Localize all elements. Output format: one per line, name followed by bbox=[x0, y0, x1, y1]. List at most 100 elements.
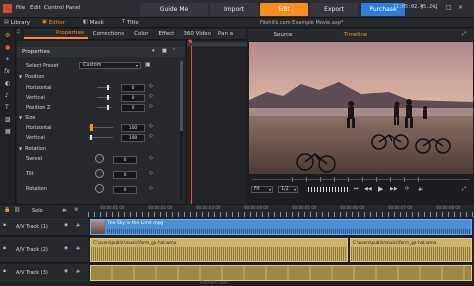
import-button[interactable]: Import bbox=[210, 3, 258, 16]
size-section[interactable]: ▼ Size bbox=[17, 113, 35, 122]
film-tool-icon[interactable]: ▦ bbox=[5, 129, 11, 135]
slider-handle[interactable] bbox=[107, 95, 109, 100]
panel-collapse-icon[interactable]: ⌃ bbox=[172, 49, 176, 54]
panel-bookmark-icon[interactable]: ■ bbox=[162, 49, 167, 54]
keyframe-icon[interactable]: ◇ bbox=[149, 186, 153, 191]
jog-wheel[interactable] bbox=[308, 187, 348, 192]
size-horizontal-input[interactable]: 100 bbox=[121, 124, 145, 132]
save-preset-icon[interactable]: ▣ bbox=[145, 62, 151, 68]
size-vertical-slider[interactable] bbox=[89, 137, 113, 138]
menu-file[interactable]: File bbox=[16, 5, 25, 11]
tilt-knob[interactable] bbox=[95, 169, 104, 178]
track-audio-icon[interactable]: 🔈 bbox=[76, 246, 82, 252]
track-audio-icon[interactable]: 🔈 bbox=[76, 269, 82, 275]
panel-chevron-icon[interactable]: ▾ bbox=[152, 49, 155, 54]
ratio-dropdown[interactable]: 1/2 ▾ bbox=[278, 186, 298, 193]
size-vertical-input[interactable]: 100 bbox=[121, 134, 145, 142]
audio-tool-icon[interactable]: ♪ bbox=[5, 93, 9, 99]
swivel-input[interactable]: 0 bbox=[113, 156, 137, 164]
loop-icon[interactable]: ⟳ bbox=[405, 187, 409, 192]
position-horizontal-input[interactable]: 0 bbox=[121, 84, 145, 92]
menu-control-panel[interactable]: Control Panel bbox=[44, 5, 80, 11]
color-tool-icon[interactable]: ● bbox=[5, 45, 10, 51]
track-lock-icon[interactable]: ▪ bbox=[3, 223, 6, 229]
track-audio-icon[interactable]: 🔈 bbox=[76, 223, 82, 229]
track-header-3[interactable]: ▪ A/V Track (3) ◉ 🔈 bbox=[0, 264, 88, 282]
slider-handle[interactable] bbox=[107, 85, 109, 90]
app-logo[interactable] bbox=[3, 4, 12, 13]
fullscreen-icon[interactable]: ⤢ bbox=[462, 187, 466, 192]
guide-me-button[interactable]: Guide Me bbox=[140, 3, 208, 16]
tab-mask[interactable]: ◧ Mask bbox=[77, 18, 110, 27]
tilt-input[interactable]: 0 bbox=[113, 171, 137, 179]
expand-preview-icon[interactable]: ⤢ bbox=[462, 32, 466, 37]
fx-tool-icon[interactable]: fx bbox=[4, 69, 10, 75]
tab-library[interactable]: ▤ Library bbox=[0, 18, 36, 27]
audio-clip-b[interactable]: C:\users\public\music\form_go-hat.wma bbox=[350, 238, 472, 262]
video-clip[interactable]: The-Sky-is-the-Limit.mpg bbox=[90, 219, 472, 235]
keyframe-icon[interactable]: ◇ bbox=[149, 171, 153, 176]
tab-color[interactable]: Color bbox=[129, 29, 153, 39]
position-section[interactable]: ▼ Position bbox=[17, 72, 45, 81]
track-visibility-icon[interactable]: ◉ bbox=[64, 246, 68, 252]
text-tool-icon[interactable]: T bbox=[5, 105, 9, 111]
volume-icon[interactable]: 🔈 bbox=[418, 187, 424, 192]
go-start-icon[interactable]: ⏮ bbox=[354, 187, 359, 192]
swivel-knob[interactable] bbox=[95, 154, 104, 163]
properties-tool-icon[interactable]: ⚙ bbox=[5, 33, 10, 39]
track-visibility-icon[interactable]: ◉ bbox=[64, 223, 68, 229]
play-icon[interactable]: ▶ bbox=[378, 186, 383, 193]
keyframe-icon[interactable]: ◇ bbox=[149, 94, 153, 99]
rotation-section[interactable]: ▼ Rotation bbox=[17, 144, 46, 153]
timeline-ruler[interactable]: 00:00:01:00 00:00:02:00 00:00:03:00 00:0… bbox=[88, 205, 474, 217]
step-back-icon[interactable]: ◀◀ bbox=[364, 187, 372, 192]
keyframe-playhead[interactable] bbox=[191, 41, 192, 204]
select-preset-dropdown[interactable]: Custom ▾ bbox=[79, 62, 141, 69]
tab-source[interactable]: Source bbox=[248, 29, 318, 41]
rotation-knob[interactable] bbox=[95, 184, 104, 193]
slider-handle[interactable] bbox=[90, 135, 92, 140]
speaker-icon[interactable]: 🔈 bbox=[62, 208, 68, 213]
close-icon[interactable]: × bbox=[458, 5, 463, 11]
effects-tool-icon[interactable]: ✦ bbox=[5, 57, 10, 63]
keyframe-scroll[interactable] bbox=[187, 43, 247, 46]
settings-icon[interactable]: ⚙ bbox=[74, 208, 78, 213]
export-button[interactable]: Export bbox=[310, 3, 358, 16]
fit-dropdown[interactable]: Fit ▾ bbox=[251, 186, 273, 193]
tab-title[interactable]: T Title bbox=[116, 18, 145, 27]
tab-pan[interactable]: Pan a bbox=[215, 29, 236, 39]
solo-label[interactable]: Solo bbox=[32, 208, 43, 214]
preview-scrubber[interactable] bbox=[252, 177, 470, 182]
slider-handle[interactable] bbox=[107, 105, 109, 110]
tab-corrections[interactable]: Corrections bbox=[88, 29, 129, 39]
keyframe-icon[interactable]: ◇ bbox=[149, 134, 153, 139]
position-vertical-input[interactable]: 0 bbox=[121, 94, 145, 102]
track-visibility-icon[interactable]: ◉ bbox=[64, 269, 68, 275]
maximize-icon[interactable]: □ bbox=[446, 5, 452, 11]
lock-icon[interactable]: 🔒 bbox=[4, 208, 10, 213]
audio-clip-a[interactable]: C:\users\public\music\form_go-hat.wma bbox=[90, 238, 348, 262]
slider-handle[interactable] bbox=[90, 124, 93, 131]
video-clip-3[interactable] bbox=[90, 265, 472, 281]
image-tool-icon[interactable]: ▧ bbox=[5, 117, 11, 123]
keyframe-icon[interactable]: ◇ bbox=[149, 84, 153, 89]
properties-scrollbar[interactable] bbox=[180, 61, 183, 201]
position-z-input[interactable]: 0 bbox=[121, 104, 145, 112]
tab-timeline-preview[interactable]: Timeline bbox=[318, 29, 393, 41]
scrollbar-thumb[interactable] bbox=[180, 61, 183, 131]
step-forward-icon[interactable]: ▶▶ bbox=[390, 187, 398, 192]
transition-tool-icon[interactable]: ◐ bbox=[5, 81, 10, 87]
track-header-1[interactable]: ▪ A/V Track (1) ◉ 🔈 bbox=[0, 218, 88, 236]
tab-effect[interactable]: Effect bbox=[154, 29, 180, 39]
track-lock-icon[interactable]: ▪ bbox=[3, 269, 6, 275]
tab-editor[interactable]: ▣ Editor bbox=[36, 18, 71, 27]
video-frame[interactable] bbox=[249, 42, 473, 174]
keyframe-icon[interactable]: ◇ bbox=[149, 104, 153, 109]
keyframe-icon[interactable]: ◇ bbox=[149, 156, 153, 161]
tab-360-video[interactable]: 360 Video bbox=[179, 29, 215, 39]
rotation-input[interactable]: 0 bbox=[113, 186, 137, 194]
track-lock-icon[interactable]: ▪ bbox=[3, 246, 6, 252]
menu-edit[interactable]: Edit bbox=[30, 5, 41, 11]
music-icon[interactable]: ♫ bbox=[16, 30, 20, 35]
tab-properties[interactable]: Properties bbox=[24, 29, 88, 39]
